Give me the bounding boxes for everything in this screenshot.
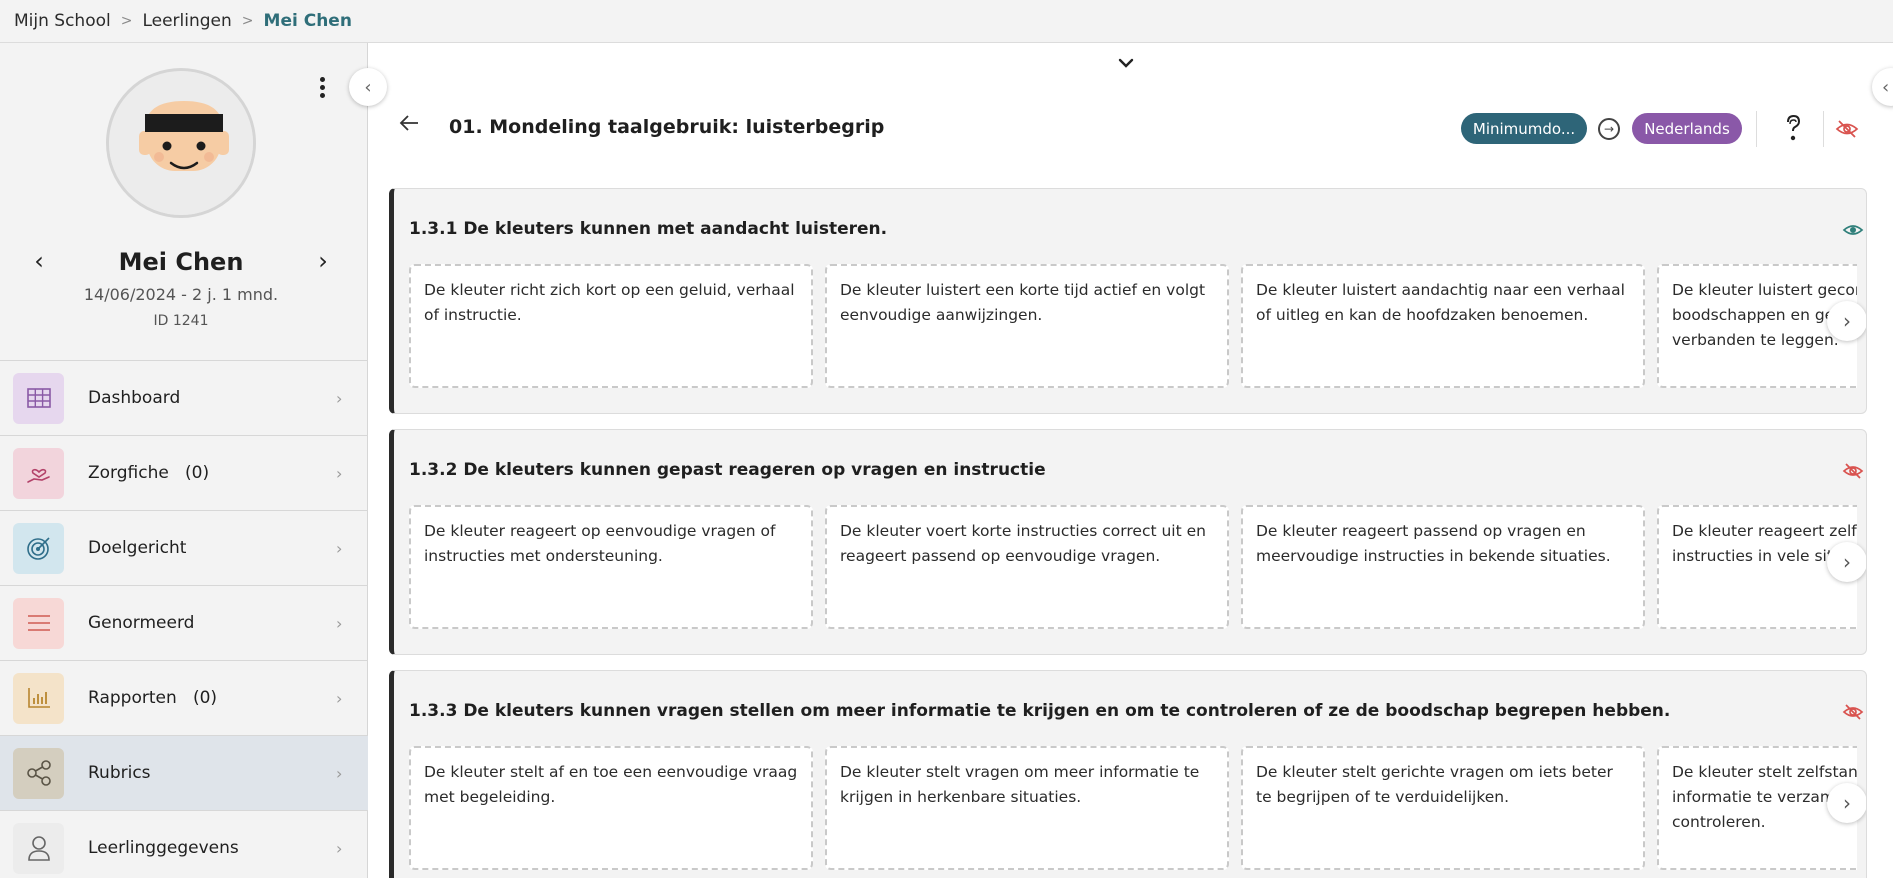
breadcrumb-current: Mei Chen — [263, 11, 352, 31]
rubric-card[interactable]: De kleuter luistert een korte tijd actie… — [825, 264, 1229, 388]
rubric-section: 1.3.3 De kleuters kunnen vragen stellen … — [389, 670, 1867, 878]
eye-off-icon[interactable] — [1835, 117, 1859, 141]
next-student-icon[interactable]: › — [308, 246, 338, 276]
arrow-right-circle-icon[interactable]: → — [1598, 118, 1620, 140]
language-pill[interactable]: Nederlands — [1632, 113, 1742, 144]
rubric-card-row: De kleuter richt zich kort op een geluid… — [409, 264, 1857, 389]
sidebar-item-label: Leerlinggegevens — [88, 838, 239, 858]
chevron-right-icon: › — [336, 688, 343, 708]
rubric-card[interactable]: De kleuter reageert op eenvoudige vragen… — [409, 505, 813, 629]
breadcrumb-separator-icon: > — [120, 13, 133, 29]
grid-icon — [13, 372, 64, 424]
chevron-right-icon[interactable]: › — [1827, 783, 1866, 823]
rubric-card[interactable]: De kleuter reageert passend op vragen en… — [1241, 505, 1645, 629]
chevron-right-icon[interactable]: › — [1827, 301, 1866, 341]
sidebar-item-label: Zorgfiche (0) — [88, 463, 210, 483]
hand-heart-icon — [13, 447, 64, 499]
rubric-card[interactable]: De kleuter stelt gerichte vragen om iets… — [1241, 746, 1645, 870]
sidebar-item-label: Genormeerd — [88, 613, 195, 633]
back-arrow-icon[interactable] — [398, 113, 420, 139]
rubric-section: 1.3.1 De kleuters kunnen met aandacht lu… — [389, 188, 1867, 414]
chevron-right-icon: › — [336, 613, 343, 633]
breadcrumb-item-students[interactable]: Leerlingen — [142, 11, 231, 31]
chevron-right-icon[interactable]: › — [1827, 542, 1866, 582]
rubric-card-row: De kleuter reageert op eenvoudige vragen… — [409, 505, 1857, 630]
chevron-down-icon[interactable] — [1117, 53, 1135, 74]
breadcrumb: Mijn School > Leerlingen > Mei Chen — [0, 0, 1893, 43]
sidebar-item-zorgfiche[interactable]: Zorgfiche (0) › — [0, 435, 368, 510]
chevron-right-icon: › — [336, 388, 343, 408]
avatar-face-icon — [109, 71, 253, 215]
sidebar-item-label: Rubrics — [88, 763, 151, 783]
breadcrumb-separator-icon: > — [241, 13, 254, 29]
share-icon — [13, 747, 64, 799]
level-pill[interactable]: Minimumdo... — [1461, 113, 1587, 144]
section-title: 1.3.1 De kleuters kunnen met aandacht lu… — [409, 219, 888, 239]
eye-off-icon[interactable] — [1842, 460, 1864, 482]
sidebar-item-leerlinggegevens[interactable]: Leerlinggegevens › — [0, 810, 368, 878]
student-sidebar: ‹ Mei Chen › 14/06/2024 - 2 j. 1 mnd. ID… — [0, 43, 368, 878]
sidebar-item-rapporten[interactable]: Rapporten (0) › — [0, 660, 368, 735]
main-content: 01. Mondeling taalgebruik: luisterbegrip… — [369, 43, 1893, 878]
more-options-icon[interactable] — [312, 75, 332, 99]
section-title: 1.3.2 De kleuters kunnen gepast reageren… — [409, 460, 1046, 480]
page-title: 01. Mondeling taalgebruik: luisterbegrip — [449, 116, 885, 138]
rubric-card[interactable]: De kleuter stelt vragen om meer informat… — [825, 746, 1229, 870]
chevron-right-icon: › — [336, 538, 343, 558]
eye-off-icon[interactable] — [1842, 701, 1864, 723]
person-icon — [13, 822, 64, 874]
sidebar-menu: Dashboard › Zorgfiche (0) › Doelgericht … — [0, 360, 368, 878]
rubric-card[interactable]: De kleuter richt zich kort op een geluid… — [409, 264, 813, 388]
bar-chart-icon — [13, 672, 64, 724]
sidebar-item-dashboard[interactable]: Dashboard › — [0, 360, 368, 435]
chevron-right-icon: › — [336, 838, 343, 858]
collapse-sidebar-icon[interactable]: ‹ — [349, 68, 387, 106]
rubric-card[interactable]: De kleuter voert korte instructies corre… — [825, 505, 1229, 629]
breadcrumb-item-school[interactable]: Mijn School — [14, 11, 111, 31]
lines-icon — [13, 597, 64, 649]
section-title: 1.3.3 De kleuters kunnen vragen stellen … — [409, 701, 1671, 721]
divider — [1756, 111, 1757, 147]
avatar — [106, 68, 256, 218]
rubric-card-row: De kleuter stelt af en toe een eenvoudig… — [409, 746, 1857, 871]
student-dob-age: 14/06/2024 - 2 j. 1 mnd. — [83, 285, 279, 304]
divider — [1823, 111, 1824, 147]
rubric-section: 1.3.2 De kleuters kunnen gepast reageren… — [389, 429, 1867, 655]
help-icon[interactable] — [1781, 113, 1805, 143]
sidebar-item-label: Rapporten (0) — [88, 688, 218, 708]
sidebar-item-label: Doelgericht — [88, 538, 187, 558]
target-icon — [13, 522, 64, 574]
chevron-right-icon: › — [336, 463, 343, 483]
student-id: ID 1241 — [153, 313, 209, 329]
eye-icon[interactable] — [1842, 219, 1864, 241]
sidebar-item-doelgericht[interactable]: Doelgericht › — [0, 510, 368, 585]
sidebar-item-genormeerd[interactable]: Genormeerd › — [0, 585, 368, 660]
rubric-card[interactable]: De kleuter luistert aandachtig naar een … — [1241, 264, 1645, 388]
chevron-right-icon: › — [336, 763, 343, 783]
rubric-card[interactable]: De kleuter stelt af en toe een eenvoudig… — [409, 746, 813, 870]
sidebar-item-label: Dashboard — [88, 388, 181, 408]
sidebar-item-rubrics[interactable]: Rubrics › — [0, 735, 368, 810]
